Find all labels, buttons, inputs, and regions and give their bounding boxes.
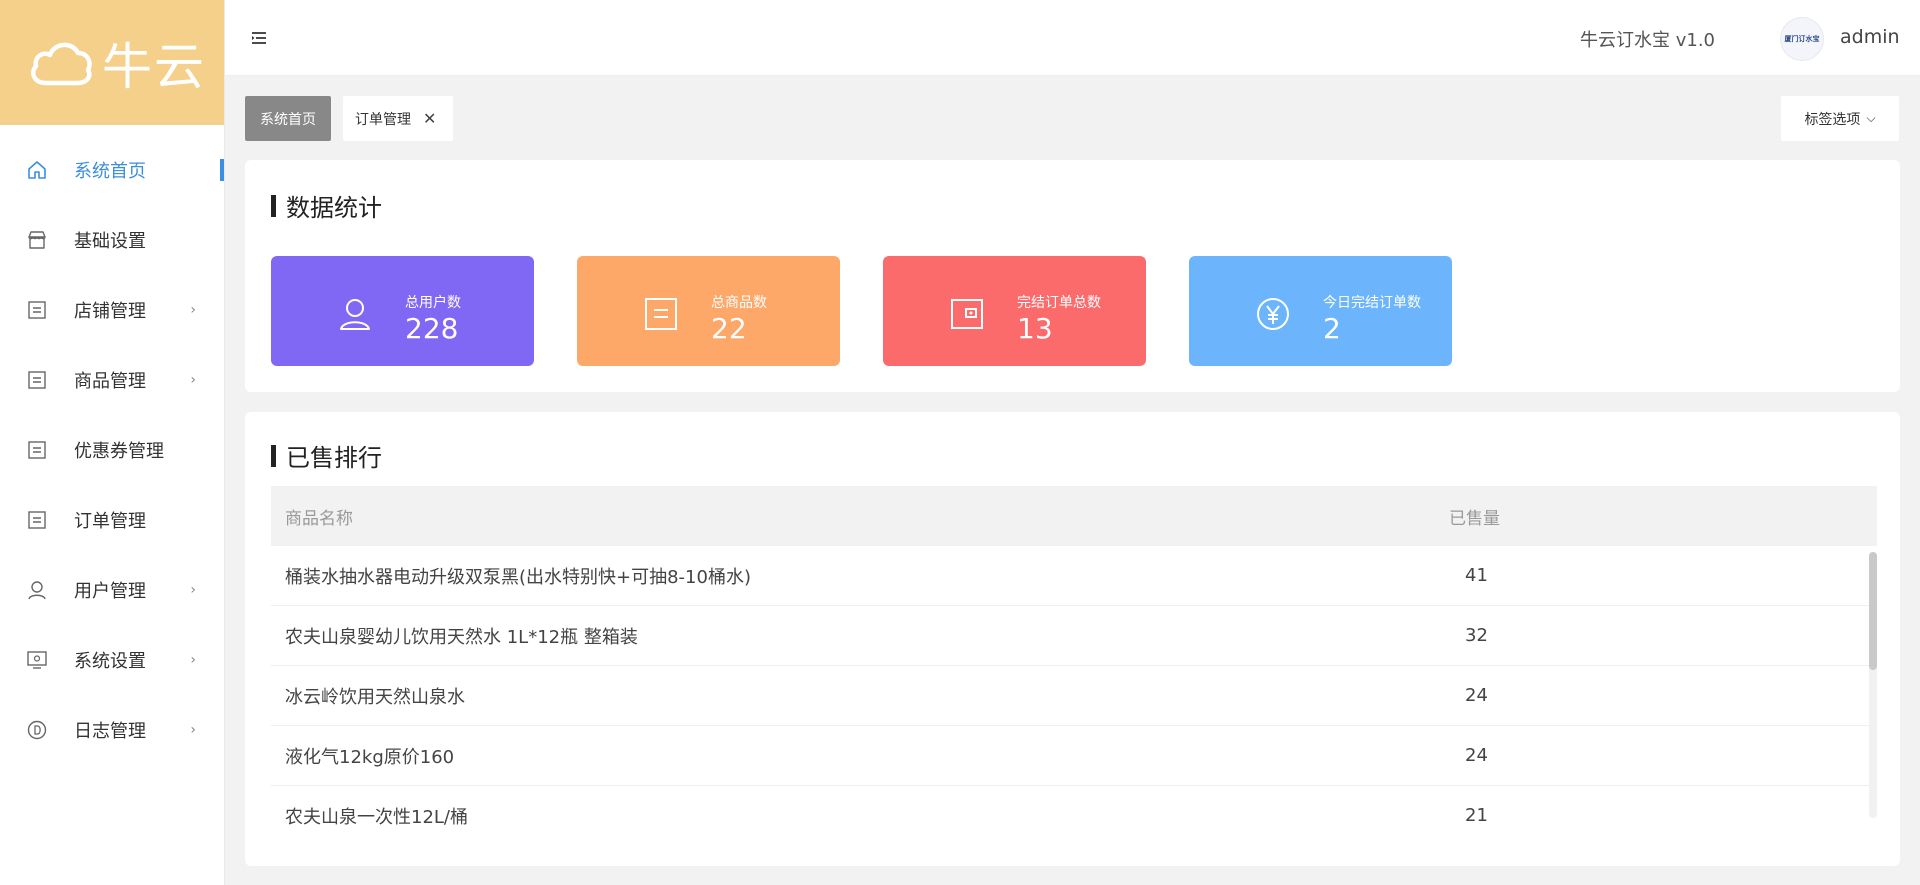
top-header: 牛云订水宝 v1.0 厦门订水宝 admin xyxy=(225,0,1920,76)
cell-name: 冰云岭饮用天然山泉水 xyxy=(285,686,465,708)
chevron-down-icon: ⌵ xyxy=(1866,111,1876,125)
sidebar-item-label: 订单管理 xyxy=(74,511,146,532)
stats-title: 数据统计 xyxy=(271,188,382,223)
sales-ranking-table: 商品名称 已售量 桶装水抽水器电动升级双泵黑(出水特别快+可抽8-10桶水) 4… xyxy=(271,486,1877,832)
tab-home[interactable]: 系统首页 xyxy=(245,96,331,141)
menu-toggle-icon[interactable] xyxy=(251,30,267,46)
sidebar-item-coupon-management[interactable]: 优惠券管理 xyxy=(0,415,224,485)
table-row[interactable]: 液化气12kg原价160 24 xyxy=(271,726,1877,786)
column-header-name[interactable]: 商品名称 xyxy=(271,504,1435,529)
cell-name: 液化气12kg原价160 xyxy=(285,746,455,768)
user-icon xyxy=(340,299,370,330)
stat-label: 总用户数 xyxy=(405,295,461,311)
stat-value: 228 xyxy=(405,312,459,345)
table-row[interactable]: 农夫山泉婴幼儿饮用天然水 1L*12瓶 整箱装 32 xyxy=(271,606,1877,666)
cloud-icon xyxy=(31,42,92,85)
logo-text: 牛云 xyxy=(102,37,206,96)
sidebar: 牛云 系统首页 基础设置 店铺管理 › 商品管理 › 优惠券管理 订单管理 用户… xyxy=(0,0,225,885)
section-title-text: 数据统计 xyxy=(286,194,382,222)
monitor-icon xyxy=(26,649,48,671)
sidebar-item-label: 优惠券管理 xyxy=(74,441,164,462)
stat-value: 22 xyxy=(711,312,747,345)
sidebar-item-log-management[interactable]: 日志管理 › xyxy=(0,695,224,765)
table-row[interactable]: 冰云岭饮用天然山泉水 24 xyxy=(271,666,1877,726)
sidebar-item-basic-settings[interactable]: 基础设置 xyxy=(0,205,224,275)
cell-sold: 21 xyxy=(1465,805,1488,826)
sidebar-item-system-settings[interactable]: 系统设置 › xyxy=(0,625,224,695)
list-icon xyxy=(26,369,48,391)
tab-order-management[interactable]: 订单管理 ✕ xyxy=(343,96,453,141)
cell-sold: 41 xyxy=(1465,565,1488,586)
stats-panel: 数据统计 总用户数 228 总商品数 22 完结订单总数 13 今日完结订单数 … xyxy=(245,160,1900,392)
table-row[interactable]: 农夫山泉一次性12L/桶 21 xyxy=(271,786,1877,832)
logo[interactable]: 牛云 xyxy=(0,0,224,125)
home-icon xyxy=(26,159,48,181)
goods-icon xyxy=(645,298,677,330)
title-bar xyxy=(271,444,276,467)
cell-sold: 24 xyxy=(1465,685,1488,706)
close-icon[interactable]: ✕ xyxy=(423,109,436,128)
sidebar-menu: 系统首页 基础设置 店铺管理 › 商品管理 › 优惠券管理 订单管理 用户管理 … xyxy=(0,125,224,765)
username[interactable]: admin xyxy=(1840,26,1900,48)
scrollbar-thumb[interactable] xyxy=(1869,552,1877,670)
stat-label: 总商品数 xyxy=(711,295,767,311)
stat-value: 13 xyxy=(1017,312,1053,345)
sidebar-item-order-management[interactable]: 订单管理 xyxy=(0,485,224,555)
list-icon xyxy=(26,439,48,461)
table-header: 商品名称 已售量 xyxy=(271,486,1877,546)
stat-card-today-completed-orders[interactable]: 今日完结订单数 2 xyxy=(1189,256,1452,366)
app-title: 牛云订水宝 v1.0 xyxy=(1580,30,1715,51)
cell-sold: 24 xyxy=(1465,745,1488,766)
log-icon xyxy=(26,719,48,741)
chevron-right-icon: › xyxy=(190,302,196,318)
cell-name: 农夫山泉婴幼儿饮用天然水 1L*12瓶 整箱装 xyxy=(285,626,638,648)
avatar-text: 厦门订水宝 xyxy=(1784,35,1820,43)
avatar[interactable]: 厦门订水宝 xyxy=(1780,17,1824,61)
column-header-sold[interactable]: 已售量 xyxy=(1435,504,1877,529)
tab-label: 系统首页 xyxy=(260,111,316,128)
tab-label: 订单管理 xyxy=(355,111,411,128)
stat-card-completed-orders[interactable]: 完结订单总数 13 xyxy=(883,256,1146,366)
list-icon xyxy=(26,299,48,321)
sidebar-item-user-management[interactable]: 用户管理 › xyxy=(0,555,224,625)
table-row[interactable]: 桶装水抽水器电动升级双泵黑(出水特别快+可抽8-10桶水) 41 xyxy=(271,546,1877,606)
chevron-right-icon: › xyxy=(190,652,196,668)
active-indicator xyxy=(220,159,224,181)
sidebar-item-label: 基础设置 xyxy=(74,231,146,252)
table-body: 桶装水抽水器电动升级双泵黑(出水特别快+可抽8-10桶水) 41 农夫山泉婴幼儿… xyxy=(271,546,1877,832)
stat-label: 完结订单总数 xyxy=(1017,295,1101,311)
title-bar xyxy=(271,194,276,217)
stat-card-total-goods[interactable]: 总商品数 22 xyxy=(577,256,840,366)
chevron-right-icon: › xyxy=(190,722,196,738)
sidebar-item-home[interactable]: 系统首页 xyxy=(0,135,224,205)
stat-value: 2 xyxy=(1323,312,1341,345)
sidebar-item-label: 商品管理 xyxy=(74,371,146,392)
sidebar-item-label: 系统首页 xyxy=(74,161,146,182)
ranking-title: 已售排行 xyxy=(271,438,382,473)
tab-options-label: 标签选项 xyxy=(1804,111,1861,128)
sidebar-item-shop-management[interactable]: 店铺管理 › xyxy=(0,275,224,345)
yen-icon xyxy=(1257,298,1289,330)
list-icon xyxy=(26,509,48,531)
cell-name: 农夫山泉一次性12L/桶 xyxy=(285,806,468,828)
chevron-right-icon: › xyxy=(190,372,196,388)
sidebar-item-label: 日志管理 xyxy=(74,721,146,742)
user-icon xyxy=(26,579,48,601)
stat-label: 今日完结订单数 xyxy=(1323,295,1421,311)
sidebar-item-label: 用户管理 xyxy=(74,581,146,602)
stat-card-total-users[interactable]: 总用户数 228 xyxy=(271,256,534,366)
wallet-icon xyxy=(951,299,983,329)
section-title-text: 已售排行 xyxy=(286,444,382,472)
tab-options-dropdown[interactable]: 标签选项 ⌵ xyxy=(1781,96,1899,141)
sidebar-item-label: 店铺管理 xyxy=(74,301,146,322)
cell-sold: 32 xyxy=(1465,625,1488,646)
sales-ranking-panel: 已售排行 商品名称 已售量 桶装水抽水器电动升级双泵黑(出水特别快+可抽8-10… xyxy=(245,412,1900,866)
page-tabs-bar: 系统首页 订单管理 ✕ 标签选项 ⌵ xyxy=(225,76,1920,160)
cell-name: 桶装水抽水器电动升级双泵黑(出水特别快+可抽8-10桶水) xyxy=(285,566,751,588)
sidebar-item-goods-management[interactable]: 商品管理 › xyxy=(0,345,224,415)
sidebar-item-label: 系统设置 xyxy=(74,651,146,672)
store-icon xyxy=(26,229,48,251)
chevron-right-icon: › xyxy=(190,582,196,598)
